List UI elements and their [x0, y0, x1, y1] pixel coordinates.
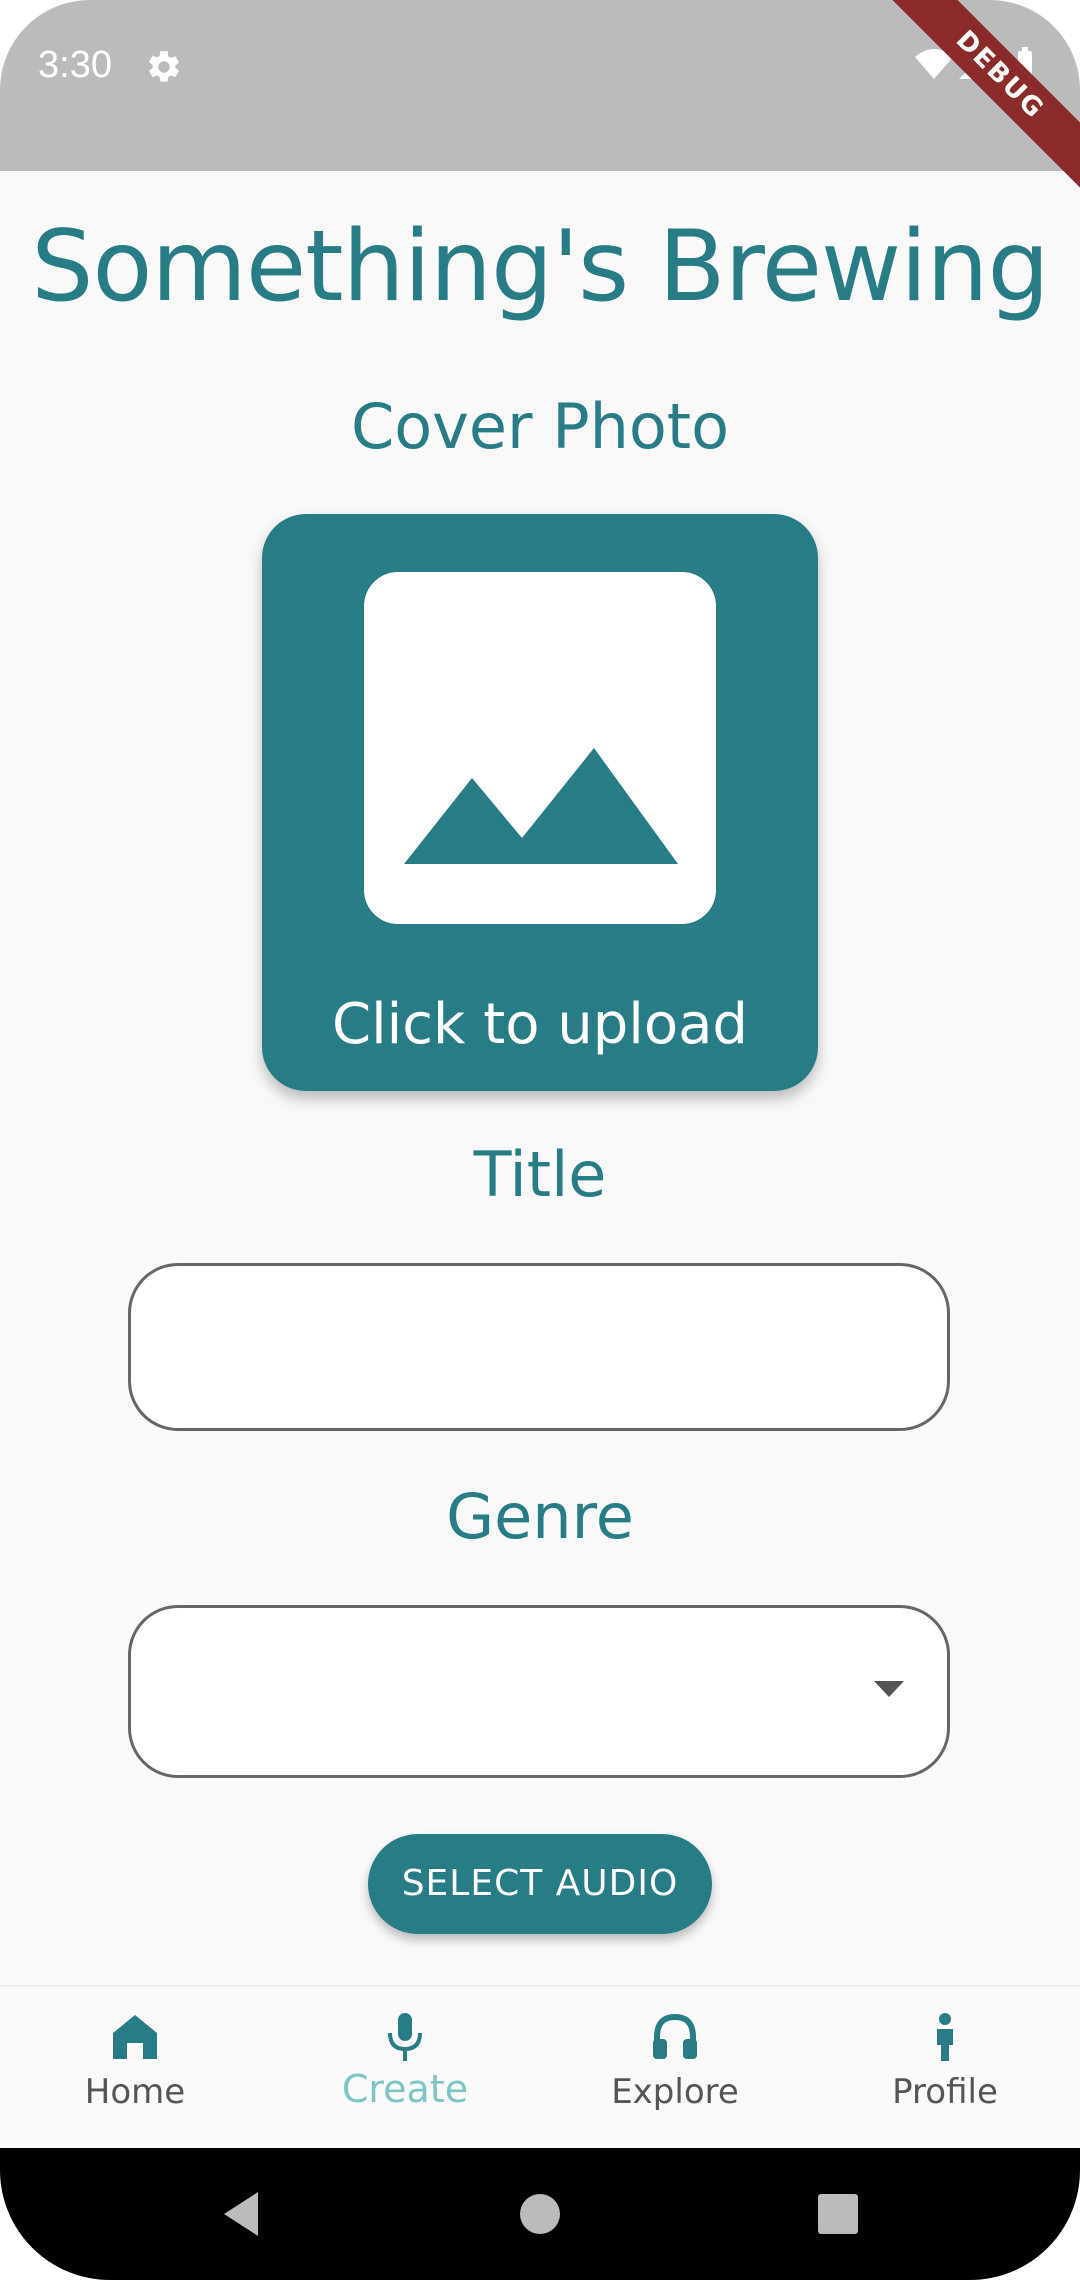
- genre-dropdown[interactable]: [128, 1605, 950, 1778]
- gear-icon: [149, 51, 179, 82]
- page-title: Something's Brewing: [31, 210, 1050, 324]
- upload-text: Click to upload: [332, 992, 748, 1057]
- nav-item-home[interactable]: Home: [0, 1987, 270, 2150]
- nav-label-explore: Explore: [611, 2072, 739, 2112]
- status-bar: 3:30 DEBUG: [0, 0, 1080, 198]
- nav-label-create: Create: [341, 2067, 469, 2111]
- nav-item-profile[interactable]: Profile: [810, 1987, 1080, 2150]
- microphone-icon: [388, 2013, 422, 2061]
- select-audio-button[interactable]: SELECT AUDIO: [368, 1834, 712, 1934]
- home-icon: [113, 2015, 157, 2059]
- headphones-icon: [653, 2013, 697, 2059]
- title-input[interactable]: [131, 1266, 947, 1428]
- image-icon: [364, 572, 716, 924]
- cover-photo-label: Cover Photo: [350, 390, 730, 463]
- cover-photo-upload-button[interactable]: Click to upload: [262, 514, 818, 1091]
- title-label: Title: [473, 1138, 607, 1211]
- app-screen: 3:30 DEBUG Something's Brewing Cover Pho…: [0, 0, 1080, 2280]
- recents-square-icon[interactable]: [812, 2188, 864, 2240]
- system-navigation-bar: [0, 2148, 1080, 2280]
- person-icon: [937, 2013, 953, 2061]
- status-time: 3:30: [38, 44, 112, 86]
- genre-label: Genre: [446, 1480, 634, 1553]
- home-circle-icon[interactable]: [514, 2188, 566, 2240]
- nav-item-create[interactable]: Create: [270, 1987, 540, 2150]
- nav-label-home: Home: [84, 2072, 186, 2112]
- nav-label-profile: Profile: [892, 2072, 998, 2112]
- bottom-navigation: Home Create Explore Profile: [0, 1985, 1080, 2150]
- title-field: [128, 1263, 950, 1431]
- dropdown-arrow-icon: [874, 1681, 904, 1697]
- back-triangle-icon[interactable]: [216, 2188, 268, 2240]
- nav-item-explore[interactable]: Explore: [540, 1987, 810, 2150]
- debug-banner: DEBUG: [877, 0, 1080, 198]
